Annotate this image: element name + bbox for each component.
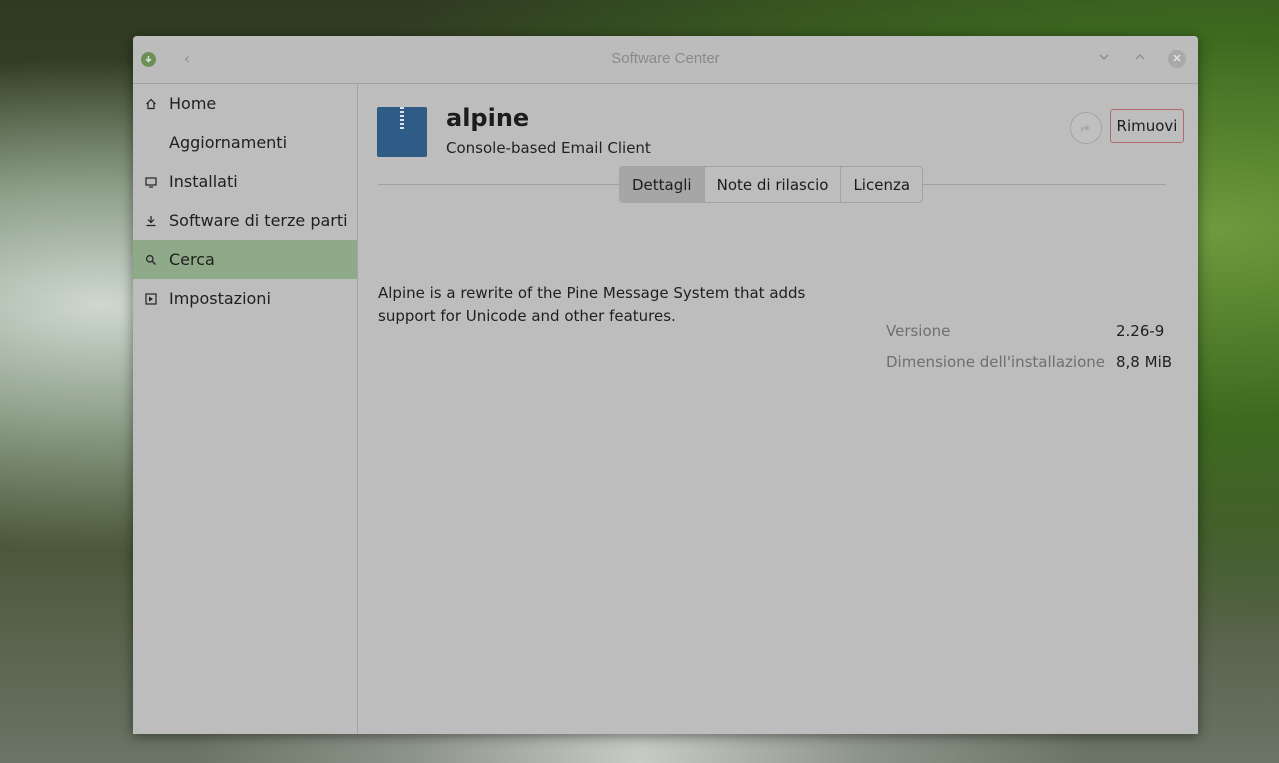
package-name: alpine bbox=[446, 104, 530, 132]
close-icon[interactable] bbox=[1168, 50, 1186, 68]
archive-package-icon bbox=[377, 107, 427, 157]
zipper-icon bbox=[400, 107, 404, 129]
install-size-label: Dimensione dell'installazione bbox=[886, 353, 1105, 371]
version-value: 2.26-9 bbox=[1116, 322, 1165, 340]
sidebar-item-impostazioni[interactable]: Impostazioni bbox=[133, 279, 357, 318]
tab-dettagli[interactable]: Dettagli bbox=[620, 167, 705, 202]
tab-bar: Dettagli Note di rilascio Licenza bbox=[619, 166, 924, 203]
sidebar-item-software-terze-parti[interactable]: Software di terze parti bbox=[133, 201, 357, 240]
home-icon bbox=[144, 97, 158, 111]
software-center-window: ‹ Software Center Home Aggiornamenti Ins… bbox=[133, 36, 1198, 734]
window-title: Software Center bbox=[611, 50, 720, 67]
sidebar-item-aggiornamenti[interactable]: Aggiornamenti bbox=[133, 123, 357, 162]
sidebar-item-installati[interactable]: Installati bbox=[133, 162, 357, 201]
download-icon bbox=[144, 214, 158, 228]
sidebar: Home Aggiornamenti Installati Software d… bbox=[133, 84, 358, 734]
search-icon bbox=[144, 253, 158, 267]
package-details: alpine Console-based Email Client Rimuov… bbox=[358, 84, 1198, 734]
sidebar-item-home[interactable]: Home bbox=[133, 84, 357, 123]
tab-licenza[interactable]: Licenza bbox=[841, 167, 922, 202]
maximize-icon[interactable] bbox=[1131, 50, 1149, 68]
package-description: Alpine is a rewrite of the Pine Message … bbox=[378, 284, 806, 325]
share-button[interactable] bbox=[1070, 112, 1102, 144]
settings-icon bbox=[144, 292, 158, 306]
sidebar-item-label: Cerca bbox=[169, 250, 215, 269]
install-size-value: 8,8 MiB bbox=[1116, 353, 1173, 371]
sidebar-item-label: Impostazioni bbox=[169, 289, 271, 308]
sidebar-item-label: Aggiornamenti bbox=[169, 133, 288, 152]
version-label: Versione bbox=[886, 322, 951, 340]
monitor-icon bbox=[144, 175, 158, 189]
share-icon bbox=[1081, 125, 1090, 132]
sidebar-item-cerca[interactable]: Cerca bbox=[133, 240, 357, 279]
sidebar-item-label: Installati bbox=[169, 172, 238, 191]
sidebar-item-label: Software di terze parti bbox=[169, 211, 348, 230]
titlebar: ‹ Software Center bbox=[133, 36, 1198, 84]
tab-note-di-rilascio[interactable]: Note di rilascio bbox=[705, 167, 842, 202]
minimize-icon[interactable] bbox=[1095, 50, 1113, 68]
sidebar-item-label: Home bbox=[169, 94, 217, 113]
package-summary: Console-based Email Client bbox=[446, 139, 651, 157]
remove-button[interactable]: Rimuovi bbox=[1110, 109, 1184, 143]
